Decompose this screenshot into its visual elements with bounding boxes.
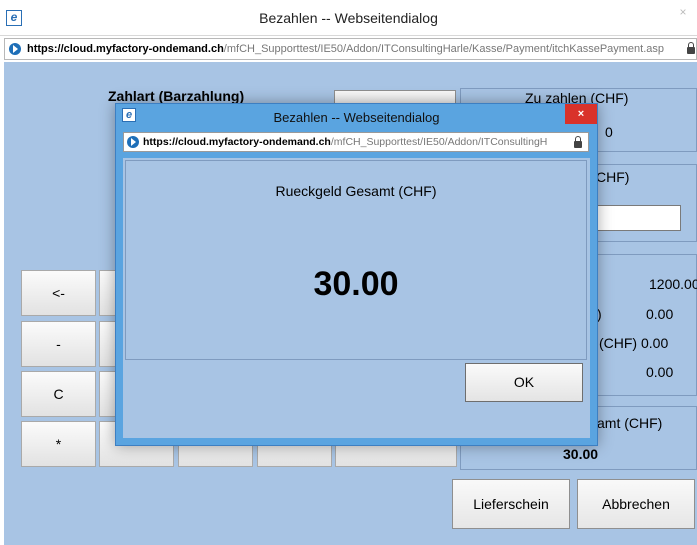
change-pane: Rueckgeld Gesamt (CHF) 30.00 — [125, 160, 587, 360]
site-identity-icon — [9, 43, 21, 55]
outer-url-path: /mfCH_Supporttest/IE50/Addon/ITConsultin… — [223, 43, 665, 55]
change-total-value: 30.00 — [563, 446, 599, 462]
minus-key[interactable]: - — [21, 321, 96, 367]
outer-url-field[interactable]: https://cloud.myfactory-ondemand.ch/mfCH… — [4, 38, 697, 60]
inner-titlebar: e Bezahlen -- Webseitendialog × — [116, 104, 597, 130]
amount-received-label: CHF) — [596, 169, 630, 185]
ok-button[interactable]: OK — [465, 363, 583, 402]
inner-dialog-body: Rueckgeld Gesamt (CHF) 30.00 OK — [123, 158, 590, 438]
inner-close-button[interactable]: × — [565, 104, 597, 124]
amount-received-input[interactable] — [597, 205, 681, 231]
summary-value-2: 0.00 — [646, 306, 674, 322]
multiply-key[interactable]: * — [21, 421, 96, 467]
lock-icon — [687, 42, 695, 54]
cancel-button[interactable]: Abbrechen — [577, 479, 695, 529]
lock-icon — [574, 136, 582, 148]
outer-titlebar: e Bezahlen -- Webseitendialog × — [0, 0, 697, 36]
outer-url-domain: https://cloud.myfactory-ondemand.ch — [27, 43, 224, 55]
change-label: Rueckgeld Gesamt (CHF) — [275, 183, 437, 199]
delivery-note-button[interactable]: Lieferschein — [452, 479, 570, 529]
inner-address-bar[interactable]: https://cloud.myfactory-ondemand.ch/mfCH… — [123, 132, 589, 152]
site-identity-icon — [127, 136, 139, 148]
inner-url-domain: https://cloud.myfactory-ondemand.ch — [143, 136, 331, 148]
inner-url-path: /mfCH_Supporttest/IE50/Addon/ITConsultin… — [330, 136, 548, 148]
outer-close-button[interactable]: × — [673, 4, 693, 20]
amount-due-value: 0 — [605, 124, 613, 140]
change-dialog: e Bezahlen -- Webseitendialog × https://… — [115, 103, 598, 446]
outer-window-title: Bezahlen -- Webseitendialog — [259, 10, 438, 26]
outer-url-text: https://cloud.myfactory-ondemand.ch/mfCH… — [27, 39, 664, 59]
inner-url-text: https://cloud.myfactory-ondemand.ch/mfCH… — [143, 133, 547, 151]
summary-value-4: 0.00 — [646, 364, 674, 380]
summary-value-total: 1200.00 — [649, 276, 697, 292]
summary-label-3: (CHF) 0.00 — [599, 335, 669, 351]
outer-address-bar: https://cloud.myfactory-ondemand.ch/mfCH… — [0, 36, 697, 62]
change-value: 30.00 — [313, 265, 399, 303]
clear-key[interactable]: C — [21, 371, 96, 417]
change-total-label: amt (CHF) — [597, 415, 663, 431]
inner-dialog-title: Bezahlen -- Webseitendialog — [273, 110, 440, 125]
payment-type-title: Zahlart (Barzahlung) — [108, 88, 245, 104]
backspace-key[interactable]: <- — [21, 270, 96, 316]
